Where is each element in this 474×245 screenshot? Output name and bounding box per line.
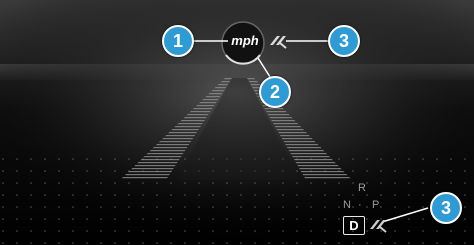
gear-r: R [358, 182, 366, 194]
gear-n: N [343, 199, 351, 211]
steering-assist-icon-bottom [368, 216, 388, 234]
speed-unit-label: mph [231, 33, 259, 48]
steering-assist-icon [268, 32, 288, 50]
callout-1: 1 [162, 25, 194, 57]
callout-2: 2 [259, 76, 291, 108]
gear-separator: · [358, 199, 362, 211]
gear-p: P [372, 199, 380, 211]
gear-d-selected: D [343, 216, 365, 235]
callout-3-bottom: 3 [430, 192, 462, 224]
callout-3-top: 3 [328, 25, 360, 57]
instrument-cluster-display: mph R N · P D 1 2 3 3 [0, 0, 474, 245]
